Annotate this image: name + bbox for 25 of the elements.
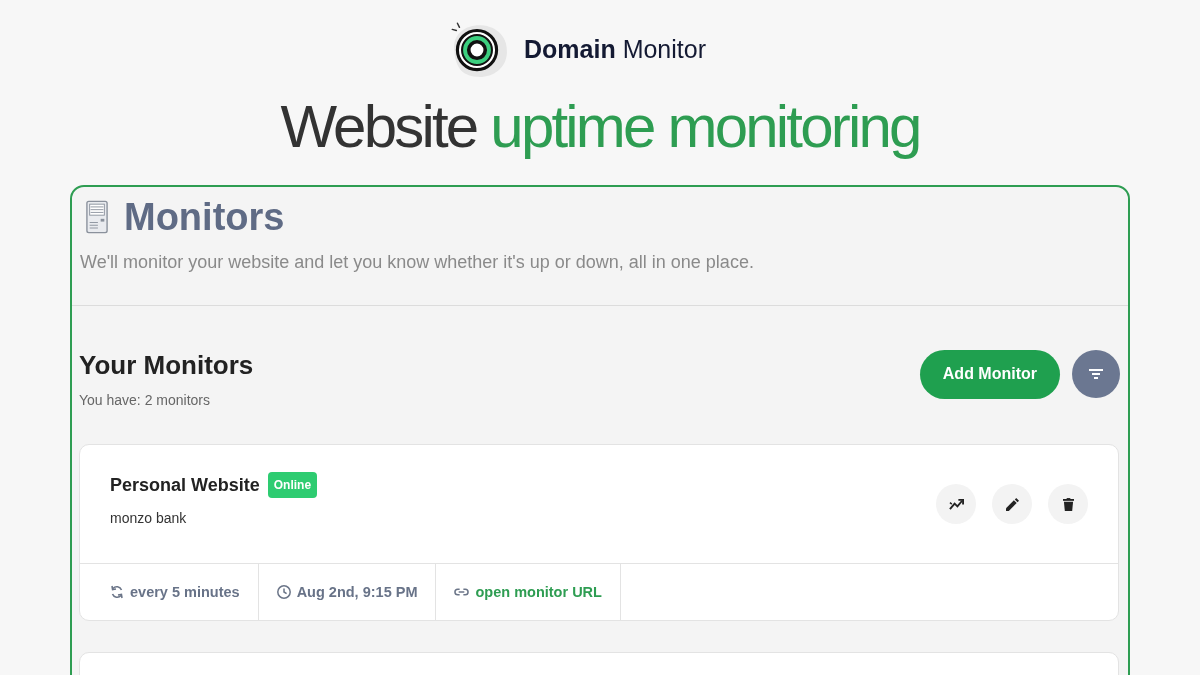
monitor-url-link[interactable]: open monitor URL — [475, 584, 602, 600]
panel-title: Monitors — [124, 195, 285, 239]
trash-icon — [1062, 497, 1074, 511]
monitor-name: Personal Website — [110, 474, 260, 497]
status-badge: Online — [267, 472, 318, 498]
filter-button[interactable] — [1072, 350, 1120, 398]
link-icon — [454, 588, 470, 596]
check-interval: every 5 minutes — [130, 584, 240, 600]
section-title: Your Monitors — [79, 350, 254, 380]
document-icon — [86, 200, 108, 234]
add-monitor-button[interactable]: Add Monitor — [919, 349, 1060, 399]
trend-chart-icon — [948, 497, 964, 511]
panel-description: We'll monitor your website and let you know whether it's up or down, all in one place. — [80, 251, 755, 274]
filter-icon — [1089, 369, 1103, 379]
last-check-time: Aug 2nd, 9:15 PM — [296, 584, 418, 600]
hero-title: Website uptime monitoring — [280, 93, 920, 161]
refresh-icon — [110, 585, 124, 599]
brand-name: Domain Monitor — [524, 34, 706, 64]
clock-icon — [276, 585, 291, 599]
pencil-icon — [1004, 497, 1020, 511]
monitor-count: You have: 2 monitors — [79, 391, 211, 410]
delete-button[interactable] — [1048, 484, 1088, 524]
edit-button[interactable] — [992, 484, 1032, 524]
monitor-description: monzo bank — [110, 509, 188, 528]
stats-button[interactable] — [936, 484, 976, 524]
